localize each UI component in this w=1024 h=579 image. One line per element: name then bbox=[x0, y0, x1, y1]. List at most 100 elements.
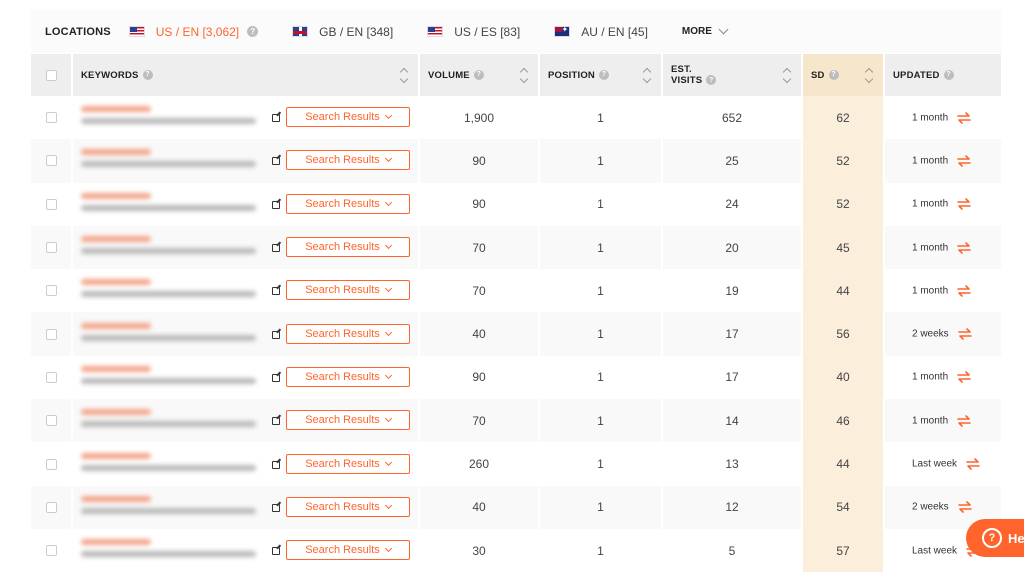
search-results-label: Search Results bbox=[305, 284, 380, 297]
keyword-blurred[interactable] bbox=[81, 191, 261, 217]
refresh-icon[interactable] bbox=[957, 500, 973, 514]
sort-icon[interactable] bbox=[400, 67, 408, 83]
external-link-icon[interactable] bbox=[272, 114, 280, 123]
search-results-button[interactable]: Search Results bbox=[286, 107, 410, 128]
keyword-blurred[interactable] bbox=[81, 407, 261, 433]
search-results-label: Search Results bbox=[305, 457, 380, 470]
sd-cell: 57 bbox=[802, 528, 885, 573]
row-checkbox[interactable] bbox=[45, 285, 57, 297]
keywords-header[interactable]: KEYWORDS? bbox=[72, 54, 420, 96]
search-results-button[interactable]: Search Results bbox=[286, 237, 410, 258]
position-header[interactable]: POSITION? bbox=[539, 54, 663, 96]
external-link-icon[interactable] bbox=[272, 417, 280, 426]
keyword-cell: Search Results bbox=[72, 399, 420, 443]
external-link-icon[interactable] bbox=[272, 287, 280, 296]
help-icon[interactable]: ? bbox=[142, 69, 153, 80]
external-link-icon[interactable] bbox=[272, 330, 280, 339]
search-results-button[interactable]: Search Results bbox=[286, 193, 410, 214]
volume-cell: 70 bbox=[419, 225, 540, 270]
updated-cell: 1 month bbox=[884, 269, 1003, 313]
keyword-blurred[interactable] bbox=[81, 147, 261, 173]
help-icon[interactable]: ? bbox=[943, 69, 954, 80]
sort-icon[interactable] bbox=[783, 67, 791, 83]
refresh-icon[interactable] bbox=[956, 197, 972, 211]
updated-cell: 1 month bbox=[884, 182, 1003, 226]
location-gb-en[interactable]: GB / EN [348] bbox=[292, 25, 393, 39]
keyword-cell: Search Results bbox=[72, 182, 420, 226]
sort-icon[interactable] bbox=[643, 67, 651, 83]
row-checkbox[interactable] bbox=[45, 545, 57, 557]
refresh-icon[interactable] bbox=[956, 111, 972, 125]
location-us-en[interactable]: US / EN [3,062] ? bbox=[128, 25, 259, 39]
refresh-icon[interactable] bbox=[956, 284, 972, 298]
external-link-icon[interactable] bbox=[272, 157, 280, 166]
sd-cell: 56 bbox=[802, 312, 885, 356]
help-icon[interactable]: ? bbox=[706, 75, 717, 86]
updated-text: 1 month bbox=[912, 112, 949, 124]
external-link-icon[interactable] bbox=[272, 244, 280, 253]
row-select-cell bbox=[31, 485, 73, 529]
refresh-icon[interactable] bbox=[956, 241, 972, 255]
volume-header[interactable]: VOLUME? bbox=[419, 54, 540, 96]
keyword-blurred[interactable] bbox=[81, 364, 261, 390]
keyword-blurred[interactable] bbox=[81, 537, 261, 563]
help-widget-button[interactable]: ? He bbox=[966, 519, 1024, 557]
location-au-en[interactable]: AU / EN [45] bbox=[554, 25, 648, 39]
search-results-button[interactable]: Search Results bbox=[286, 323, 410, 344]
refresh-icon[interactable] bbox=[965, 457, 981, 471]
keyword-blurred[interactable] bbox=[81, 494, 261, 520]
search-results-button[interactable]: Search Results bbox=[286, 540, 410, 561]
help-icon[interactable]: ? bbox=[247, 26, 259, 37]
row-checkbox[interactable] bbox=[45, 242, 57, 254]
table-row: Search Results 30 1 5 57 Last week bbox=[31, 528, 1003, 573]
external-link-icon[interactable] bbox=[272, 200, 280, 209]
row-checkbox[interactable] bbox=[45, 415, 57, 427]
refresh-icon[interactable] bbox=[956, 154, 972, 168]
row-checkbox[interactable] bbox=[45, 328, 57, 340]
refresh-icon[interactable] bbox=[956, 370, 972, 384]
more-label: MORE bbox=[681, 26, 712, 37]
row-checkbox[interactable] bbox=[45, 501, 57, 513]
search-results-button[interactable]: Search Results bbox=[286, 496, 410, 517]
keyword-blurred[interactable] bbox=[81, 277, 261, 303]
row-checkbox[interactable] bbox=[45, 112, 57, 124]
help-icon[interactable]: ? bbox=[599, 69, 609, 80]
row-checkbox[interactable] bbox=[45, 155, 57, 167]
sd-cell: 54 bbox=[802, 485, 885, 529]
sd-header[interactable]: SD? bbox=[802, 54, 885, 96]
search-results-label: Search Results bbox=[305, 544, 380, 557]
volume-cell: 90 bbox=[419, 139, 540, 183]
row-checkbox[interactable] bbox=[45, 458, 57, 470]
sort-icon[interactable] bbox=[865, 67, 873, 83]
select-all-checkbox[interactable] bbox=[45, 69, 57, 81]
help-icon[interactable]: ? bbox=[828, 69, 839, 80]
keyword-blurred[interactable] bbox=[81, 104, 261, 130]
help-icon[interactable]: ? bbox=[473, 69, 484, 80]
keyword-blurred[interactable] bbox=[81, 321, 261, 347]
search-results-button[interactable]: Search Results bbox=[286, 280, 410, 301]
external-link-icon[interactable] bbox=[272, 547, 280, 556]
est-visits-header[interactable]: EST. VISITS? bbox=[662, 54, 803, 96]
refresh-icon[interactable] bbox=[956, 414, 972, 428]
search-results-button[interactable]: Search Results bbox=[286, 150, 410, 171]
position-cell: 1 bbox=[539, 182, 663, 226]
au-flag-icon bbox=[554, 26, 571, 37]
visits-cell: 5 bbox=[662, 528, 803, 573]
more-locations-dropdown[interactable]: MORE bbox=[681, 24, 729, 37]
refresh-icon[interactable] bbox=[957, 327, 973, 341]
search-results-label: Search Results bbox=[305, 500, 380, 513]
sort-icon[interactable] bbox=[520, 67, 528, 83]
external-link-icon[interactable] bbox=[272, 373, 280, 382]
row-checkbox[interactable] bbox=[45, 198, 57, 210]
search-results-button[interactable]: Search Results bbox=[286, 366, 410, 387]
search-results-button[interactable]: Search Results bbox=[286, 410, 410, 431]
keyword-cell: Search Results bbox=[72, 269, 420, 313]
external-link-icon[interactable] bbox=[272, 460, 280, 469]
search-results-button[interactable]: Search Results bbox=[286, 453, 410, 474]
updated-text: 1 month bbox=[912, 415, 949, 427]
keyword-blurred[interactable] bbox=[81, 451, 261, 477]
row-checkbox[interactable] bbox=[45, 371, 57, 383]
location-us-es[interactable]: US / ES [83] bbox=[427, 25, 520, 39]
external-link-icon[interactable] bbox=[272, 503, 280, 512]
keyword-blurred[interactable] bbox=[81, 234, 261, 260]
